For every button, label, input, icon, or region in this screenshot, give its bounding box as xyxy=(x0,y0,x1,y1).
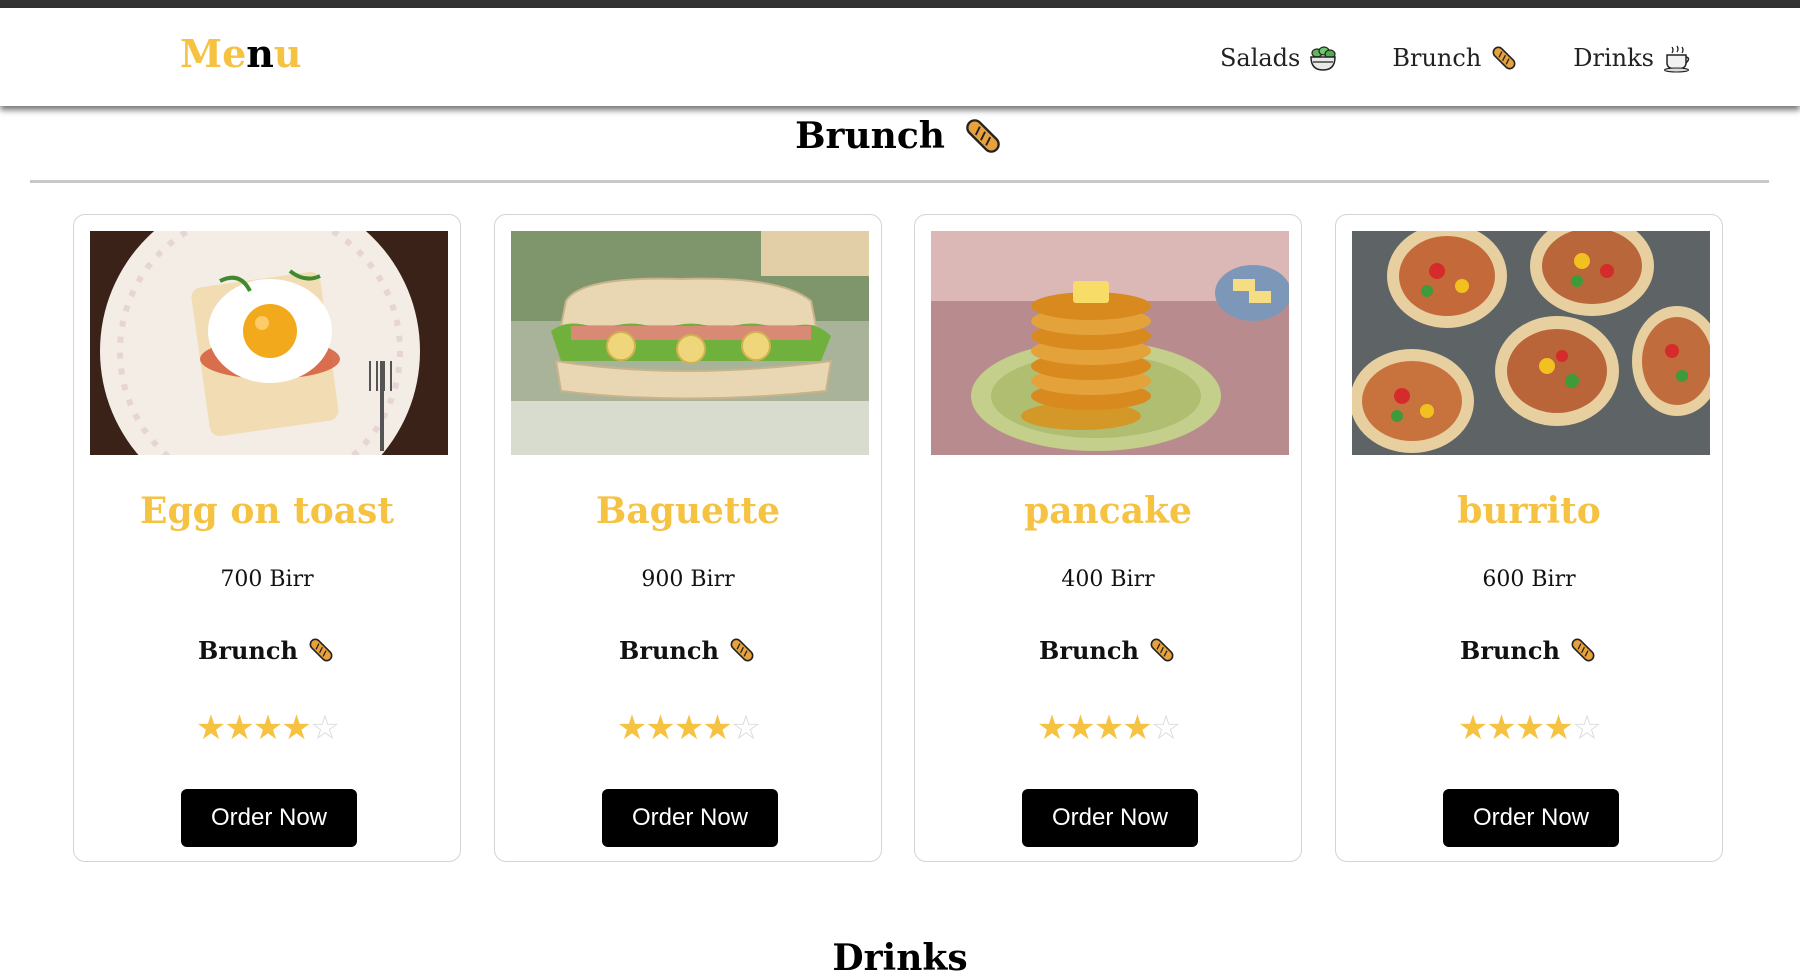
logo[interactable]: Menu xyxy=(180,35,302,73)
top-strip xyxy=(0,0,1800,8)
order-now-button[interactable]: Order Now xyxy=(602,789,778,847)
baguette-icon xyxy=(966,119,1000,153)
card-title: burrito xyxy=(1457,490,1601,532)
menu-card: burrito 600 Birr Brunch ★★★★☆ Order Now xyxy=(1335,214,1723,862)
nav-link-label: Brunch xyxy=(1392,44,1482,72)
nav-link-label: Salads xyxy=(1219,44,1301,72)
star-rating: ★★★★☆ xyxy=(74,711,460,745)
nav-link-brunch[interactable]: Brunch xyxy=(1392,43,1519,73)
star-full-icon: ★ xyxy=(195,708,227,748)
nav-links: Salads Brunch Drinks xyxy=(1220,43,1692,73)
star-full-icon: ★ xyxy=(252,708,284,748)
card-price: 400 Birr xyxy=(1061,567,1155,592)
card-category-label: Brunch xyxy=(619,635,719,665)
navbar: Menu Salads Brunch Drinks xyxy=(0,8,1800,106)
order-now-button[interactable]: Order Now xyxy=(181,789,357,847)
star-full-icon: ★ xyxy=(616,708,648,748)
pancake-image xyxy=(931,231,1289,455)
section-divider xyxy=(30,180,1769,183)
star-empty-icon: ☆ xyxy=(1150,708,1182,748)
nav-link-salads[interactable]: Salads xyxy=(1220,43,1338,73)
star-rating: ★★★★☆ xyxy=(1336,711,1722,745)
card-category-label: Brunch xyxy=(1460,635,1560,665)
card-title: Egg on toast xyxy=(140,490,394,532)
card-category-label: Brunch xyxy=(198,635,298,665)
star-empty-icon: ☆ xyxy=(309,708,341,748)
nav-link-label: Drinks xyxy=(1573,44,1654,72)
card-category: Brunch xyxy=(74,635,460,665)
menu-card: Egg on toast 700 Birr Brunch ★★★★☆ Order… xyxy=(73,214,461,862)
baguette-icon xyxy=(1150,638,1174,662)
star-rating: ★★★★☆ xyxy=(915,711,1301,745)
star-full-icon: ★ xyxy=(1093,708,1125,748)
star-empty-icon: ☆ xyxy=(1571,708,1603,748)
menu-card: pancake 400 Birr Brunch ★★★★☆ Order Now xyxy=(914,214,1302,862)
card-title: Baguette xyxy=(595,490,781,532)
star-full-icon: ★ xyxy=(1543,708,1574,748)
star-full-icon: ★ xyxy=(645,708,676,748)
baguette-icon xyxy=(309,638,333,662)
star-empty-icon: ☆ xyxy=(730,708,762,748)
card-category: Brunch xyxy=(495,635,881,665)
star-full-icon: ★ xyxy=(1122,708,1153,748)
nav-link-drinks[interactable]: Drinks xyxy=(1573,43,1692,73)
burrito-image xyxy=(1352,231,1710,455)
star-full-icon: ★ xyxy=(1514,708,1546,748)
coffee-cup-icon xyxy=(1664,45,1690,73)
card-category-label: Brunch xyxy=(1039,635,1139,665)
card-price: 700 Birr xyxy=(220,567,314,592)
star-full-icon: ★ xyxy=(702,708,733,748)
baguette-image xyxy=(511,231,869,455)
star-full-icon: ★ xyxy=(673,708,705,748)
star-rating: ★★★★☆ xyxy=(495,711,881,745)
star-full-icon: ★ xyxy=(224,708,255,748)
order-now-button[interactable]: Order Now xyxy=(1443,789,1619,847)
section-title-text: Brunch xyxy=(795,115,945,157)
baguette-icon xyxy=(1492,46,1516,70)
order-now-button[interactable]: Order Now xyxy=(1022,789,1198,847)
card-price: 900 Birr xyxy=(641,567,735,592)
baguette-icon xyxy=(730,638,754,662)
section-title: Brunch xyxy=(0,114,1800,158)
next-section-title: Drinks xyxy=(832,937,968,979)
star-full-icon: ★ xyxy=(1065,708,1096,748)
card-title: pancake xyxy=(1024,490,1192,532)
card-price: 600 Birr xyxy=(1482,567,1576,592)
star-full-icon: ★ xyxy=(1036,708,1068,748)
star-full-icon: ★ xyxy=(1486,708,1517,748)
menu-card: Baguette 900 Birr Brunch ★★★★☆ Order Now xyxy=(494,214,882,862)
salad-bowl-icon xyxy=(1310,46,1337,71)
card-category: Brunch xyxy=(915,635,1301,665)
star-full-icon: ★ xyxy=(1457,708,1489,748)
egg-on-toast-image xyxy=(90,231,448,455)
baguette-icon xyxy=(1571,638,1595,662)
card-category: Brunch xyxy=(1336,635,1722,665)
star-full-icon: ★ xyxy=(281,708,312,748)
